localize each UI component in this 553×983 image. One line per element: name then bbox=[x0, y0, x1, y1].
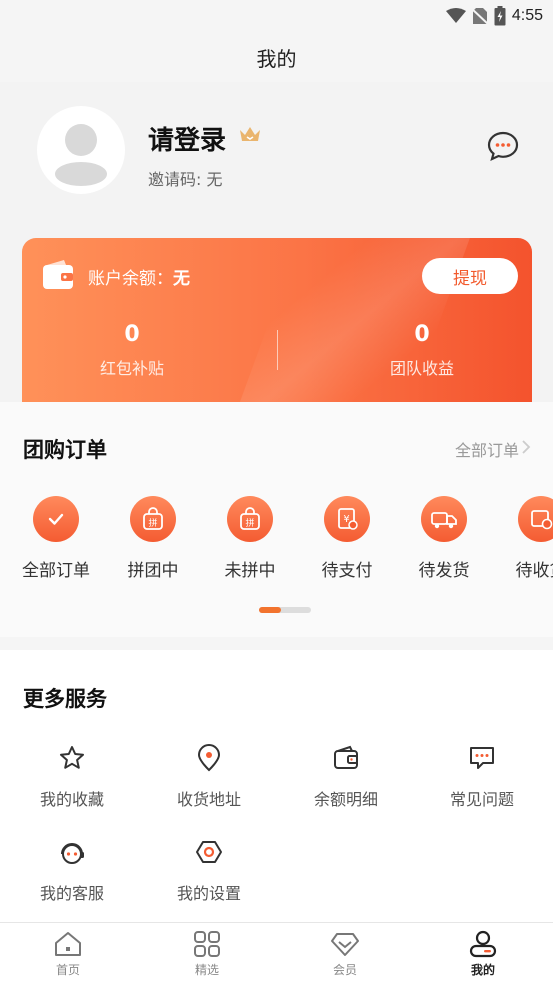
receive-icon bbox=[518, 496, 553, 542]
order-all[interactable]: 全部订单 bbox=[6, 496, 106, 581]
service-label: 常见问题 bbox=[449, 790, 514, 809]
order-label: 拼团中 bbox=[127, 561, 179, 581]
stat-divider bbox=[277, 330, 278, 370]
profile-section: 请登录 邀请码: 无 账户余额：无 提现 0 红包补贴 0 团队收益 bbox=[0, 82, 553, 408]
orders-title: 团购订单 bbox=[23, 438, 107, 462]
tab-label: 我的 bbox=[470, 963, 495, 977]
crown-icon bbox=[240, 127, 260, 141]
order-to-receive[interactable]: 待收货 bbox=[491, 496, 553, 581]
order-label: 待支付 bbox=[321, 561, 373, 581]
services-section: 更多服务 我的收藏 收货地址 余额明细 常见问题 我的客服 我的设置 bbox=[0, 650, 553, 922]
stat-red-packet[interactable]: 0 红包补贴 bbox=[32, 322, 232, 379]
tab-membership[interactable]: 会员 bbox=[295, 929, 395, 978]
user-icon bbox=[468, 929, 498, 959]
order-label: 未拼中 bbox=[224, 561, 276, 581]
wallet-icon bbox=[330, 742, 362, 774]
tab-label: 会员 bbox=[332, 963, 357, 977]
grid-icon bbox=[192, 929, 222, 959]
tab-label: 首页 bbox=[55, 963, 80, 977]
status-bar: 4:55 bbox=[0, 0, 553, 32]
service-label: 我的客服 bbox=[39, 884, 104, 903]
service-label: 收货地址 bbox=[176, 790, 241, 809]
svg-text:拼: 拼 bbox=[148, 517, 157, 529]
balance-label-text: 账户余额： bbox=[88, 269, 173, 289]
order-to-ship[interactable]: 待发货 bbox=[394, 496, 494, 581]
truck-icon bbox=[421, 496, 467, 542]
stat-value: 0 bbox=[414, 322, 430, 347]
all-orders-link[interactable]: 全部订单 bbox=[455, 437, 519, 461]
page-title: 我的 bbox=[256, 46, 297, 71]
orders-scroll-indicator bbox=[259, 607, 311, 613]
message-icon[interactable] bbox=[487, 130, 519, 162]
order-label: 待发货 bbox=[418, 561, 470, 581]
service-favorites[interactable]: 我的收藏 bbox=[12, 742, 132, 810]
stat-label: 团队收益 bbox=[389, 359, 454, 378]
avatar[interactable] bbox=[37, 106, 125, 194]
status-icons: 4:55 bbox=[445, 4, 543, 28]
order-label: 全部订单 bbox=[22, 561, 90, 581]
diamond-icon bbox=[330, 929, 360, 959]
group-bag-icon: 拼 bbox=[130, 496, 176, 542]
tab-mine[interactable]: 我的 bbox=[433, 929, 533, 978]
withdraw-button[interactable]: 提现 bbox=[422, 258, 518, 294]
order-grouping[interactable]: 拼 拼团中 bbox=[103, 496, 203, 581]
wallet-icon bbox=[43, 260, 73, 289]
service-settings[interactable]: 我的设置 bbox=[149, 836, 269, 904]
service-label: 我的设置 bbox=[176, 884, 241, 903]
service-customer-support[interactable]: 我的客服 bbox=[12, 836, 132, 904]
service-balance-detail[interactable]: 余额明细 bbox=[286, 742, 406, 810]
order-pending-payment[interactable]: ¥ 待支付 bbox=[297, 496, 397, 581]
tab-featured[interactable]: 精选 bbox=[157, 929, 257, 978]
order-not-grouped[interactable]: 拼 未拼中 bbox=[200, 496, 300, 581]
balance-label: 账户余额：无 bbox=[88, 264, 190, 289]
home-icon bbox=[53, 929, 83, 959]
invite-code: 邀请码: 无 bbox=[148, 170, 223, 189]
bottom-tab-bar: 首页 精选 会员 我的 bbox=[0, 922, 553, 983]
services-title: 更多服务 bbox=[23, 687, 107, 711]
service-address[interactable]: 收货地址 bbox=[149, 742, 269, 810]
status-time: 4:55 bbox=[511, 7, 543, 24]
orders-section: 团购订单 全部订单 全部订单 拼 拼团中 拼 未拼中 ¥ 待支付 待发货 待收 bbox=[0, 402, 553, 637]
svg-text:拼: 拼 bbox=[245, 517, 254, 529]
service-label: 我的收藏 bbox=[39, 790, 104, 809]
location-icon bbox=[193, 742, 225, 774]
default-avatar-icon bbox=[55, 124, 107, 186]
login-prompt[interactable]: 请登录 bbox=[148, 120, 226, 157]
group-bag-icon: 拼 bbox=[227, 496, 273, 542]
stat-label: 红包补贴 bbox=[99, 359, 164, 378]
chevron-right-icon[interactable] bbox=[521, 439, 531, 455]
chat-icon bbox=[466, 742, 498, 774]
scroll-thumb bbox=[259, 607, 281, 613]
stat-team-income[interactable]: 0 团队收益 bbox=[322, 322, 522, 379]
balance-value: 无 bbox=[173, 269, 190, 289]
service-label: 余额明细 bbox=[313, 790, 378, 809]
battery-icon bbox=[494, 6, 506, 26]
payment-icon: ¥ bbox=[324, 496, 370, 542]
page-header: 我的 bbox=[0, 32, 553, 82]
no-sim-icon bbox=[471, 8, 488, 25]
tab-label: 精选 bbox=[194, 963, 219, 977]
star-icon bbox=[56, 742, 88, 774]
balance-card: 账户余额：无 提现 0 红包补贴 0 团队收益 bbox=[22, 238, 532, 408]
tab-home[interactable]: 首页 bbox=[18, 929, 118, 978]
order-label: 待收货 bbox=[515, 561, 553, 581]
service-faq[interactable]: 常见问题 bbox=[422, 742, 542, 810]
stat-value: 0 bbox=[124, 322, 140, 347]
check-icon bbox=[33, 496, 79, 542]
settings-icon bbox=[193, 836, 225, 868]
wifi-icon bbox=[445, 8, 466, 23]
headset-icon bbox=[56, 836, 88, 868]
